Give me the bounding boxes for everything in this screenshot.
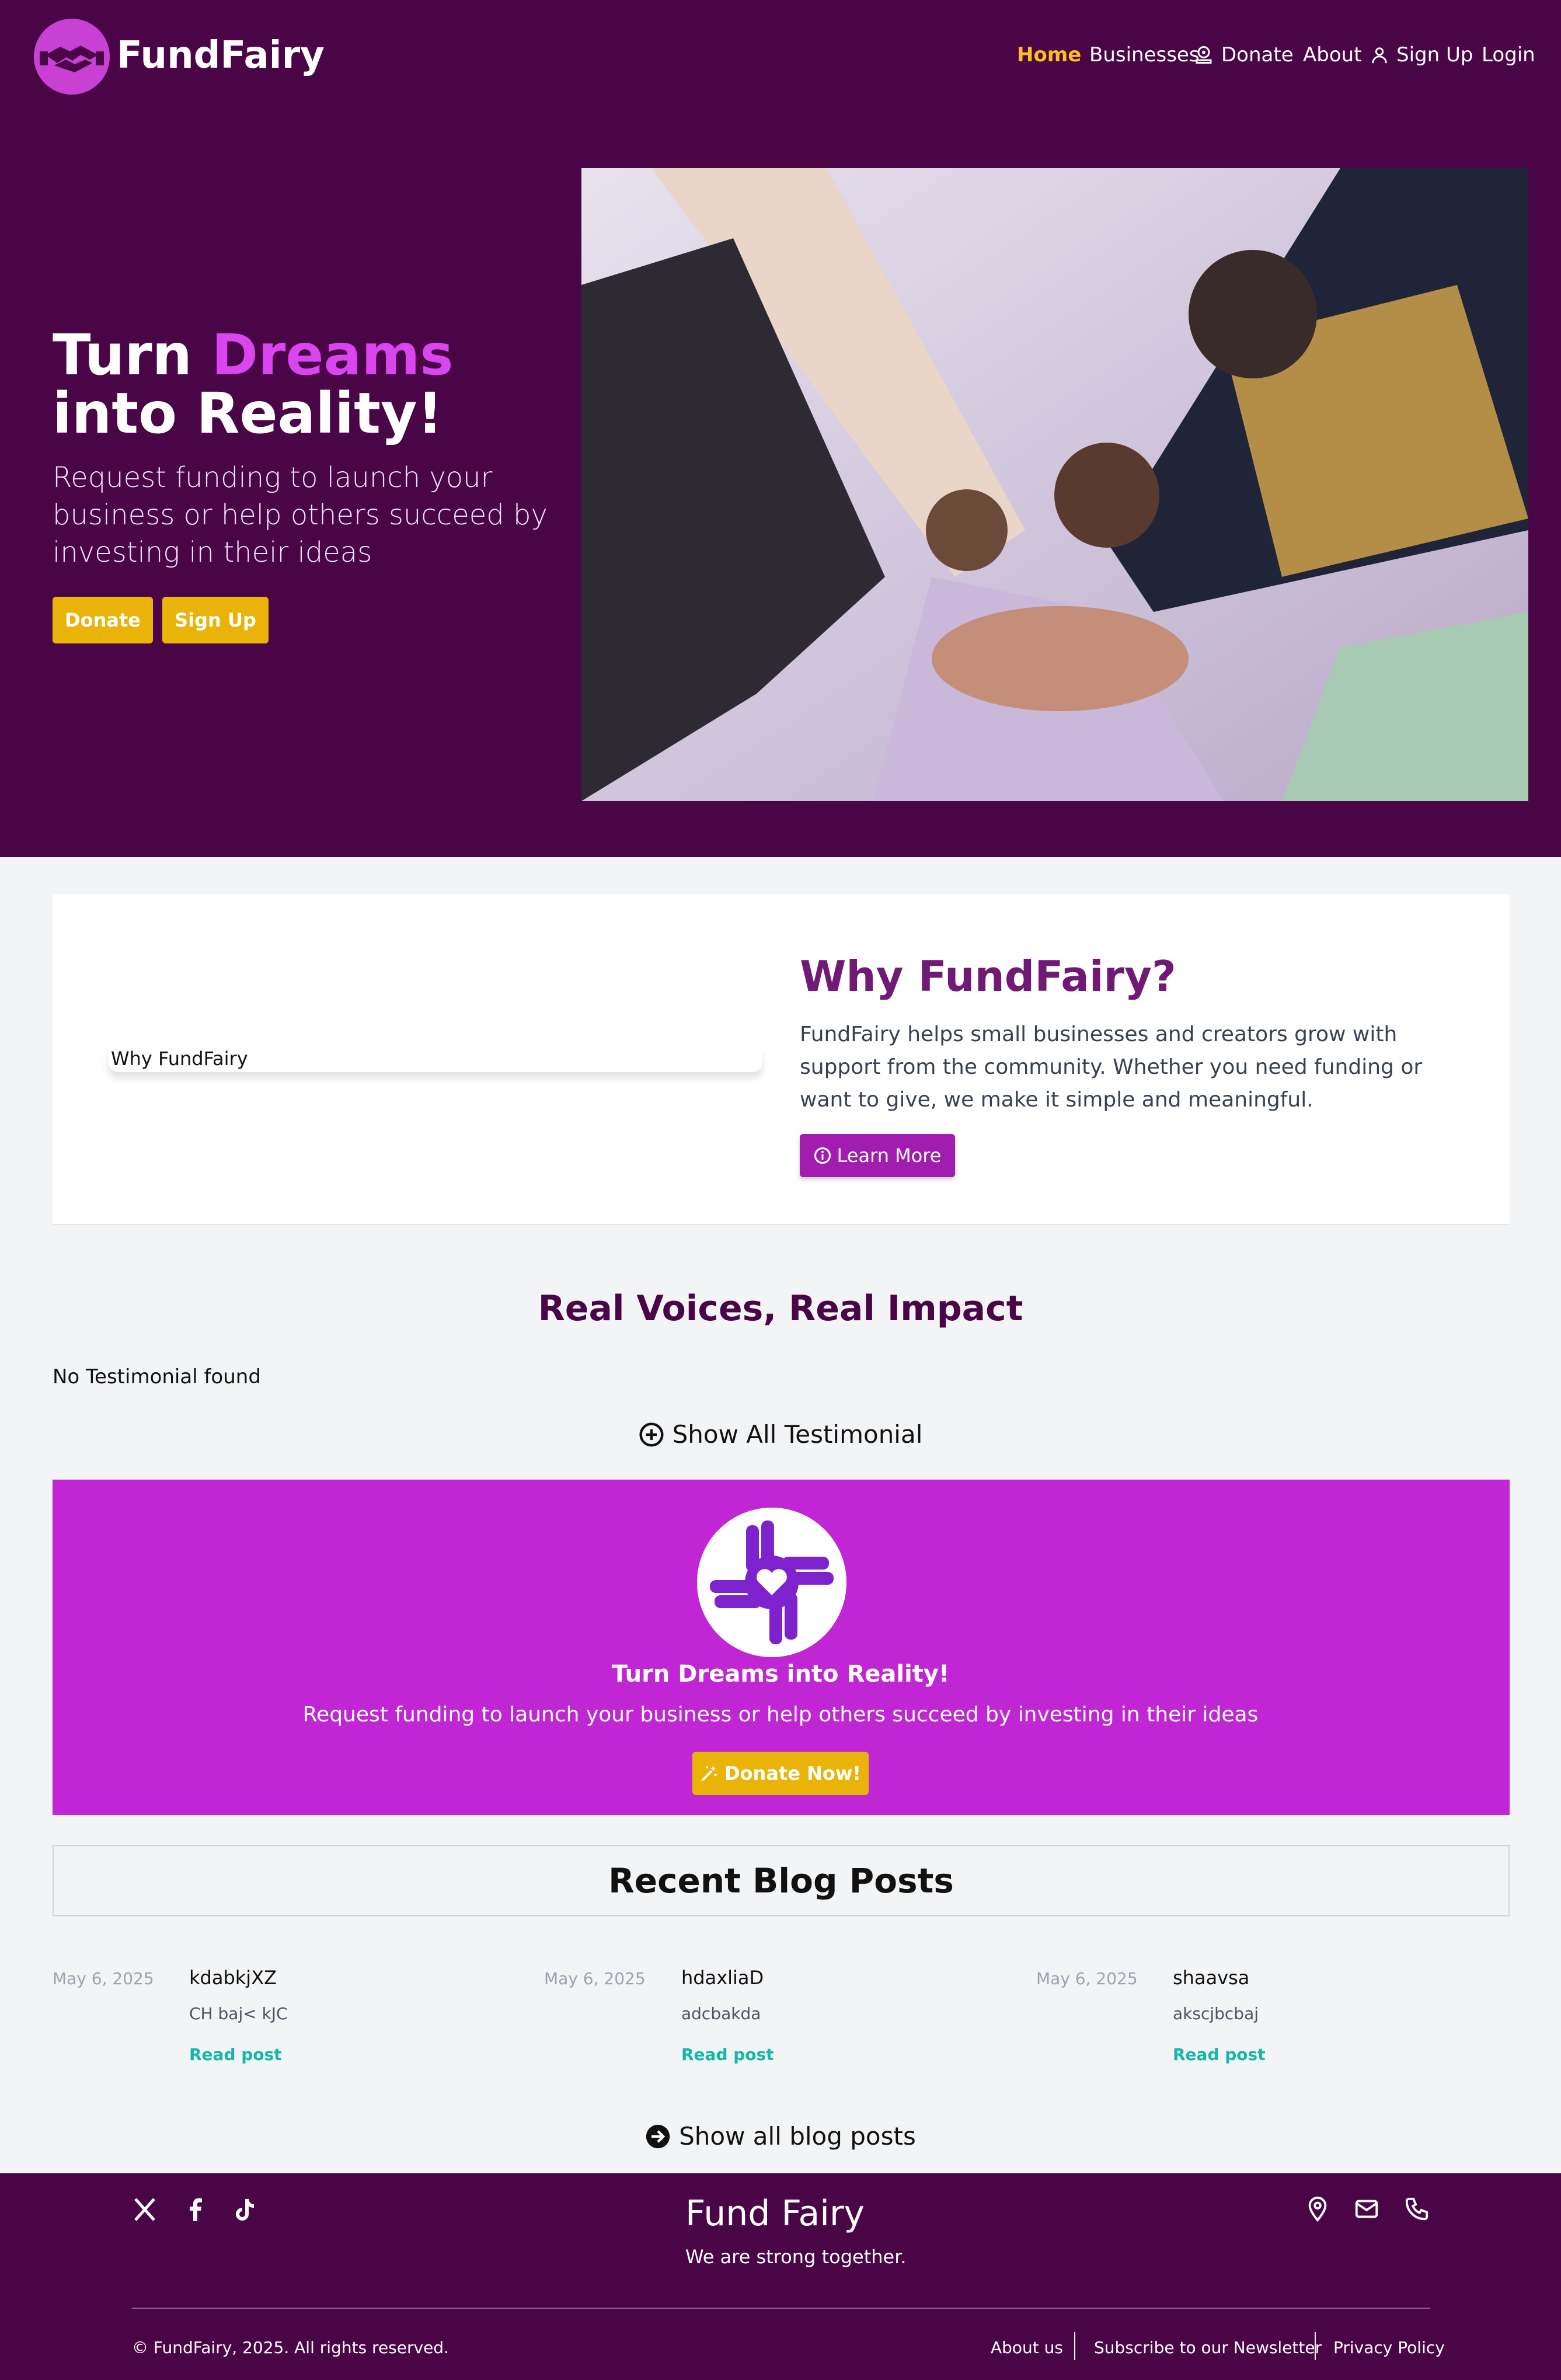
user-icon xyxy=(1372,47,1387,64)
nav-about[interactable]: About xyxy=(1303,43,1362,67)
donate-icon xyxy=(1196,46,1212,64)
hero-donate-button[interactable]: Donate xyxy=(53,597,153,643)
arrow-circle-right-icon xyxy=(646,2124,670,2148)
donate-now-button[interactable]: Donate Now! xyxy=(692,1752,869,1795)
logo-icon[interactable] xyxy=(34,19,110,95)
footer-tagline: We are strong together. xyxy=(685,2246,907,2268)
why-title: Why FundFairy? xyxy=(800,952,1176,1001)
read-post-link[interactable]: Read post xyxy=(189,2045,282,2064)
testimonials-title: Real Voices, Real Impact xyxy=(538,1288,1023,1329)
hero-signup-button[interactable]: Sign Up xyxy=(162,597,269,643)
blog-excerpt: CH baj< kJC xyxy=(189,2004,288,2023)
x-icon[interactable] xyxy=(131,2195,159,2224)
cta-title: Turn Dreams into Reality! xyxy=(611,1661,950,1687)
read-post-link[interactable]: Read post xyxy=(1173,2045,1266,2064)
blog-date: May 6, 2025 xyxy=(1036,1969,1138,1988)
blog-section-title: Recent Blog Posts xyxy=(53,1845,1510,1916)
show-all-testimonials-link[interactable]: Show All Testimonial xyxy=(0,1420,1561,1449)
footer-link-newsletter[interactable]: Subscribe to our Newsletter xyxy=(1094,2338,1322,2357)
facebook-icon[interactable] xyxy=(181,2195,209,2224)
footer-separator xyxy=(1074,2332,1075,2360)
cta-subtitle: Request funding to launch your business … xyxy=(302,1703,1259,1727)
show-all-blog-posts-link[interactable]: Show all blog posts xyxy=(0,2122,1561,2151)
learn-more-button[interactable]: Learn More xyxy=(800,1134,955,1177)
why-text: FundFairy helps small businesses and cre… xyxy=(800,1022,1423,1112)
info-icon xyxy=(814,1147,831,1164)
footer-link-about[interactable]: About us xyxy=(991,2338,1063,2357)
footer-copyright: © FundFairy, 2025. All rights reserved. xyxy=(132,2338,449,2357)
magic-wand-icon xyxy=(701,1765,717,1781)
footer-separator xyxy=(1315,2332,1316,2360)
blog-date: May 6, 2025 xyxy=(544,1969,646,1988)
blog-title[interactable]: hdaxliaD xyxy=(681,1967,764,1989)
hands-heart-icon xyxy=(697,1508,846,1657)
nav-businesses[interactable]: Businesses xyxy=(1089,43,1200,67)
footer-divider xyxy=(132,2308,1430,2309)
hero-image xyxy=(581,168,1528,801)
why-image: Why FundFairy xyxy=(109,1045,762,1072)
plus-circle-icon xyxy=(639,1422,664,1447)
blog-excerpt: adcbakda xyxy=(681,2004,761,2023)
hero-title: Turn Dreams into Reality! xyxy=(53,322,454,446)
nav-signup[interactable]: Sign Up xyxy=(1370,43,1473,67)
brand-name[interactable]: FundFairy xyxy=(117,34,325,77)
blog-excerpt: akscjbcbaj xyxy=(1173,2004,1259,2023)
blog-title[interactable]: shaavsa xyxy=(1173,1967,1249,1989)
nav-home[interactable]: Home xyxy=(1017,43,1081,67)
blog-title[interactable]: kdabkjXZ xyxy=(189,1967,277,1989)
footer-brand: Fund Fairy xyxy=(685,2193,865,2234)
location-icon[interactable] xyxy=(1304,2195,1331,2222)
phone-icon[interactable] xyxy=(1403,2195,1430,2222)
read-post-link[interactable]: Read post xyxy=(681,2045,774,2064)
tiktok-icon[interactable] xyxy=(230,2195,258,2224)
mail-icon[interactable] xyxy=(1353,2195,1380,2222)
nav-login[interactable]: Login xyxy=(1482,43,1535,67)
nav-donate[interactable]: Donate xyxy=(1193,43,1294,67)
no-testimonial-text: No Testimonial found xyxy=(53,1365,261,1389)
footer-link-privacy[interactable]: Privacy Policy xyxy=(1333,2338,1445,2357)
blog-date: May 6, 2025 xyxy=(53,1969,154,1988)
hero-subtitle: Request funding to launch your business … xyxy=(53,461,548,569)
